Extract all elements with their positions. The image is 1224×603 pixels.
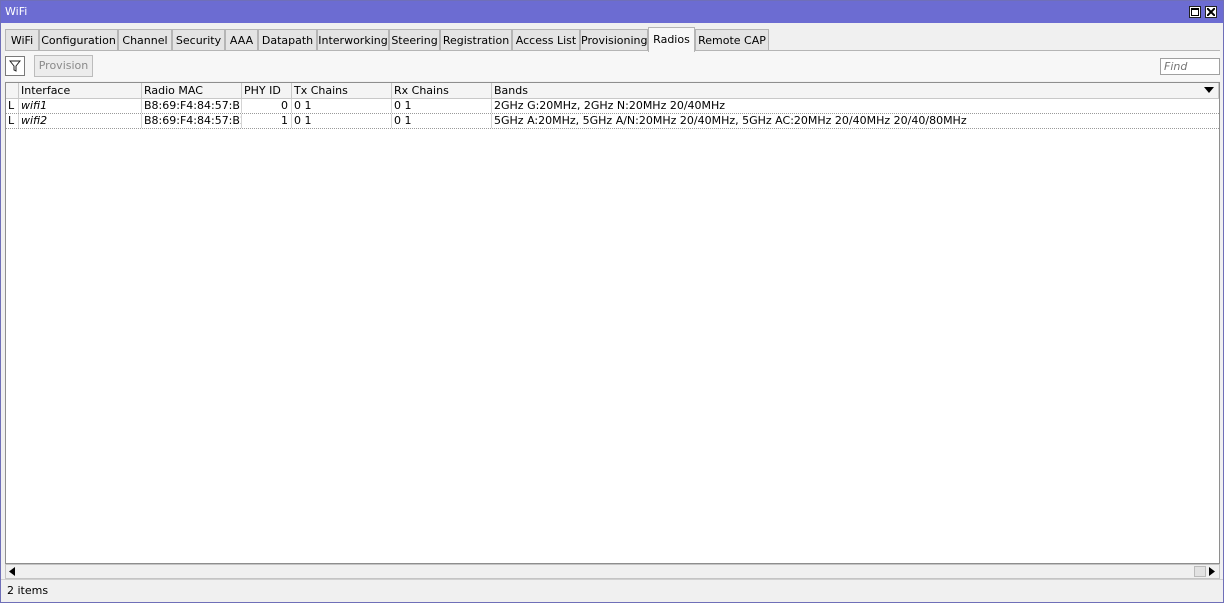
cell-bands: 2GHz G:20MHz, 2GHz N:20MHz 20/40MHz: [494, 99, 726, 112]
cell-radio-mac: B8:69:F4:84:57:B1: [144, 99, 242, 113]
radios-table: Interface Radio MAC PHY ID Tx Chains Rx …: [5, 82, 1220, 564]
cell-phy-id: 1: [242, 114, 292, 128]
cell-radio-mac: B8:69:F4:84:57:B2: [144, 114, 242, 128]
tab-wifi[interactable]: WiFi: [5, 29, 39, 50]
column-header-phy-id[interactable]: PHY ID: [242, 83, 292, 99]
maximize-icon[interactable]: [1189, 6, 1201, 18]
toolbar: [5, 51, 1220, 81]
cell-rx-chains: 0 1: [392, 99, 492, 113]
tab-aaa[interactable]: AAA: [225, 29, 258, 50]
cell-tx-chains: 0 1: [292, 99, 392, 113]
flag-column-header[interactable]: [6, 83, 19, 99]
item-count: 2 items: [7, 584, 49, 597]
wifi-window: WiFi WiFi Configuration Channel Security…: [0, 0, 1224, 603]
tab-remote-cap[interactable]: Remote CAP: [695, 29, 769, 50]
column-header-rx-chains[interactable]: Rx Chains: [392, 83, 492, 99]
window-title: WiFi: [5, 5, 28, 18]
status-bar: 2 items: [1, 579, 1223, 602]
row-flag: L: [6, 114, 19, 128]
title-bar[interactable]: WiFi: [1, 1, 1223, 23]
table-row[interactable]: L wifi2 B8:69:F4:84:57:B2 1 0 1 0 1 5GHz…: [6, 114, 1219, 129]
tab-channel[interactable]: Channel: [118, 29, 172, 50]
tab-provisioning[interactable]: Provisioning: [580, 29, 648, 50]
tab-steering[interactable]: Steering: [389, 29, 440, 50]
tab-radios[interactable]: Radios: [648, 27, 695, 52]
tab-configuration[interactable]: Configuration: [39, 29, 118, 50]
tab-access-list[interactable]: Access List: [512, 29, 580, 50]
filter-button[interactable]: [5, 56, 25, 76]
column-header-radio-mac[interactable]: Radio MAC: [142, 83, 242, 99]
tab-interworking[interactable]: Interworking: [317, 29, 389, 50]
cell-interface: wifi1: [19, 99, 142, 113]
cell-tx-chains: 0 1: [292, 114, 392, 128]
table-row[interactable]: L wifi1 B8:69:F4:84:57:B1 0 0 1 0 1 2GHz…: [6, 99, 1219, 114]
row-flag: L: [6, 99, 19, 113]
scroll-right-icon[interactable]: [1209, 567, 1215, 576]
filter-funnel-icon: [9, 60, 21, 72]
cell-phy-id: 0: [242, 99, 292, 113]
column-header-bands[interactable]: Bands: [492, 83, 1219, 99]
find-input[interactable]: [1160, 58, 1220, 75]
column-header-tx-chains[interactable]: Tx Chains: [292, 83, 392, 99]
cell-rx-chains: 0 1: [392, 114, 492, 128]
scroll-left-icon[interactable]: [9, 567, 15, 576]
horizontal-scrollbar[interactable]: [5, 564, 1220, 579]
tab-bar: WiFi Configuration Channel Security AAA …: [5, 27, 1220, 52]
column-header-interface[interactable]: Interface: [19, 83, 142, 99]
column-menu-dropdown-icon[interactable]: [1204, 86, 1214, 94]
tab-datapath[interactable]: Datapath: [258, 29, 317, 50]
tab-security[interactable]: Security: [172, 29, 225, 50]
cell-interface: wifi2: [19, 114, 142, 128]
close-icon[interactable]: [1205, 6, 1217, 18]
cell-bands: 5GHz A:20MHz, 5GHz A/N:20MHz 20/40MHz, 5…: [494, 114, 967, 127]
provision-button[interactable]: Provision: [34, 55, 93, 77]
tab-registration[interactable]: Registration: [440, 29, 512, 50]
scrollbar-thumb[interactable]: [1194, 566, 1206, 577]
